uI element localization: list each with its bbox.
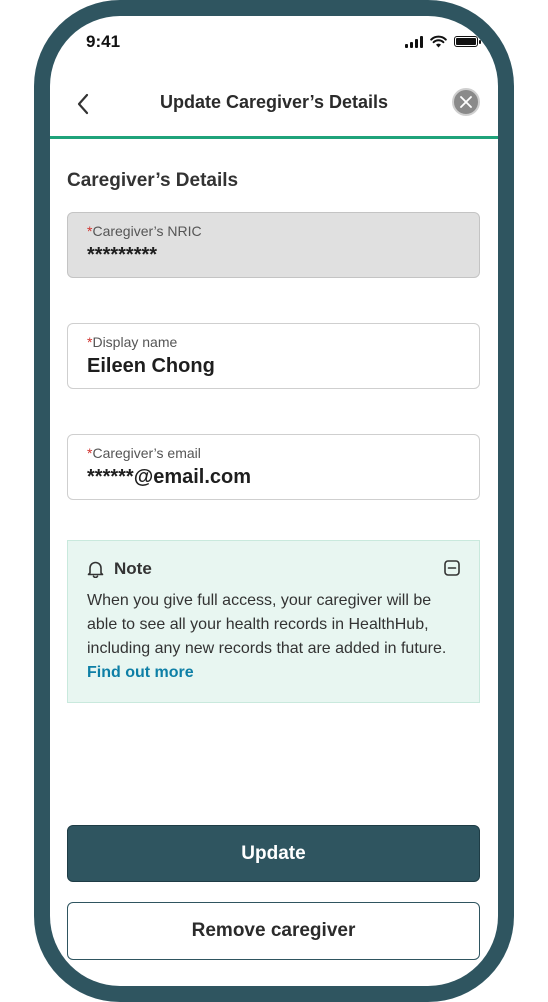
status-icons [405, 35, 481, 48]
remove-caregiver-button[interactable]: Remove caregiver [67, 902, 480, 960]
nric-value: ********* [87, 244, 158, 266]
page-header: Update Caregiver’s Details [50, 78, 498, 139]
update-button[interactable]: Update [67, 825, 480, 882]
note-header: Note [87, 559, 152, 579]
app-screen: 9:41 Update Caregiver’s Details Caregive… [50, 16, 498, 986]
status-time: 9:41 [86, 32, 121, 51]
minus-square-icon[interactable] [444, 560, 460, 576]
email-field[interactable]: *Caregiver’s email ******@email.com [67, 434, 480, 500]
display-name-label: *Display name [87, 334, 177, 350]
note-title: Note [114, 559, 152, 578]
nric-label: *Caregiver’s NRIC [87, 223, 202, 239]
display-name-field[interactable]: *Display name Eileen Chong [67, 323, 480, 389]
email-label: *Caregiver’s email [87, 445, 201, 461]
signal-icon [405, 35, 423, 48]
battery-icon [454, 36, 481, 47]
section-title: Caregiver’s Details [67, 170, 239, 191]
page-title: Update Caregiver’s Details [159, 92, 389, 112]
bell-icon [87, 561, 104, 578]
display-name-value[interactable]: Eileen Chong [87, 355, 215, 378]
close-icon [460, 96, 472, 108]
note-body: When you give full access, your caregive… [87, 589, 463, 685]
email-label-text: Caregiver’s email [92, 445, 201, 461]
wifi-icon [430, 35, 447, 48]
nric-field: *Caregiver’s NRIC ********* [67, 212, 480, 278]
close-button[interactable] [452, 88, 480, 116]
note-text: When you give full access, your caregive… [87, 592, 447, 657]
find-out-more-link[interactable]: Find out more [87, 664, 194, 681]
display-name-label-text: Display name [92, 334, 178, 350]
nric-label-text: Caregiver’s NRIC [92, 223, 202, 239]
email-value[interactable]: ******@email.com [87, 466, 251, 489]
note-panel: Note When you give full access, your car… [67, 540, 480, 703]
